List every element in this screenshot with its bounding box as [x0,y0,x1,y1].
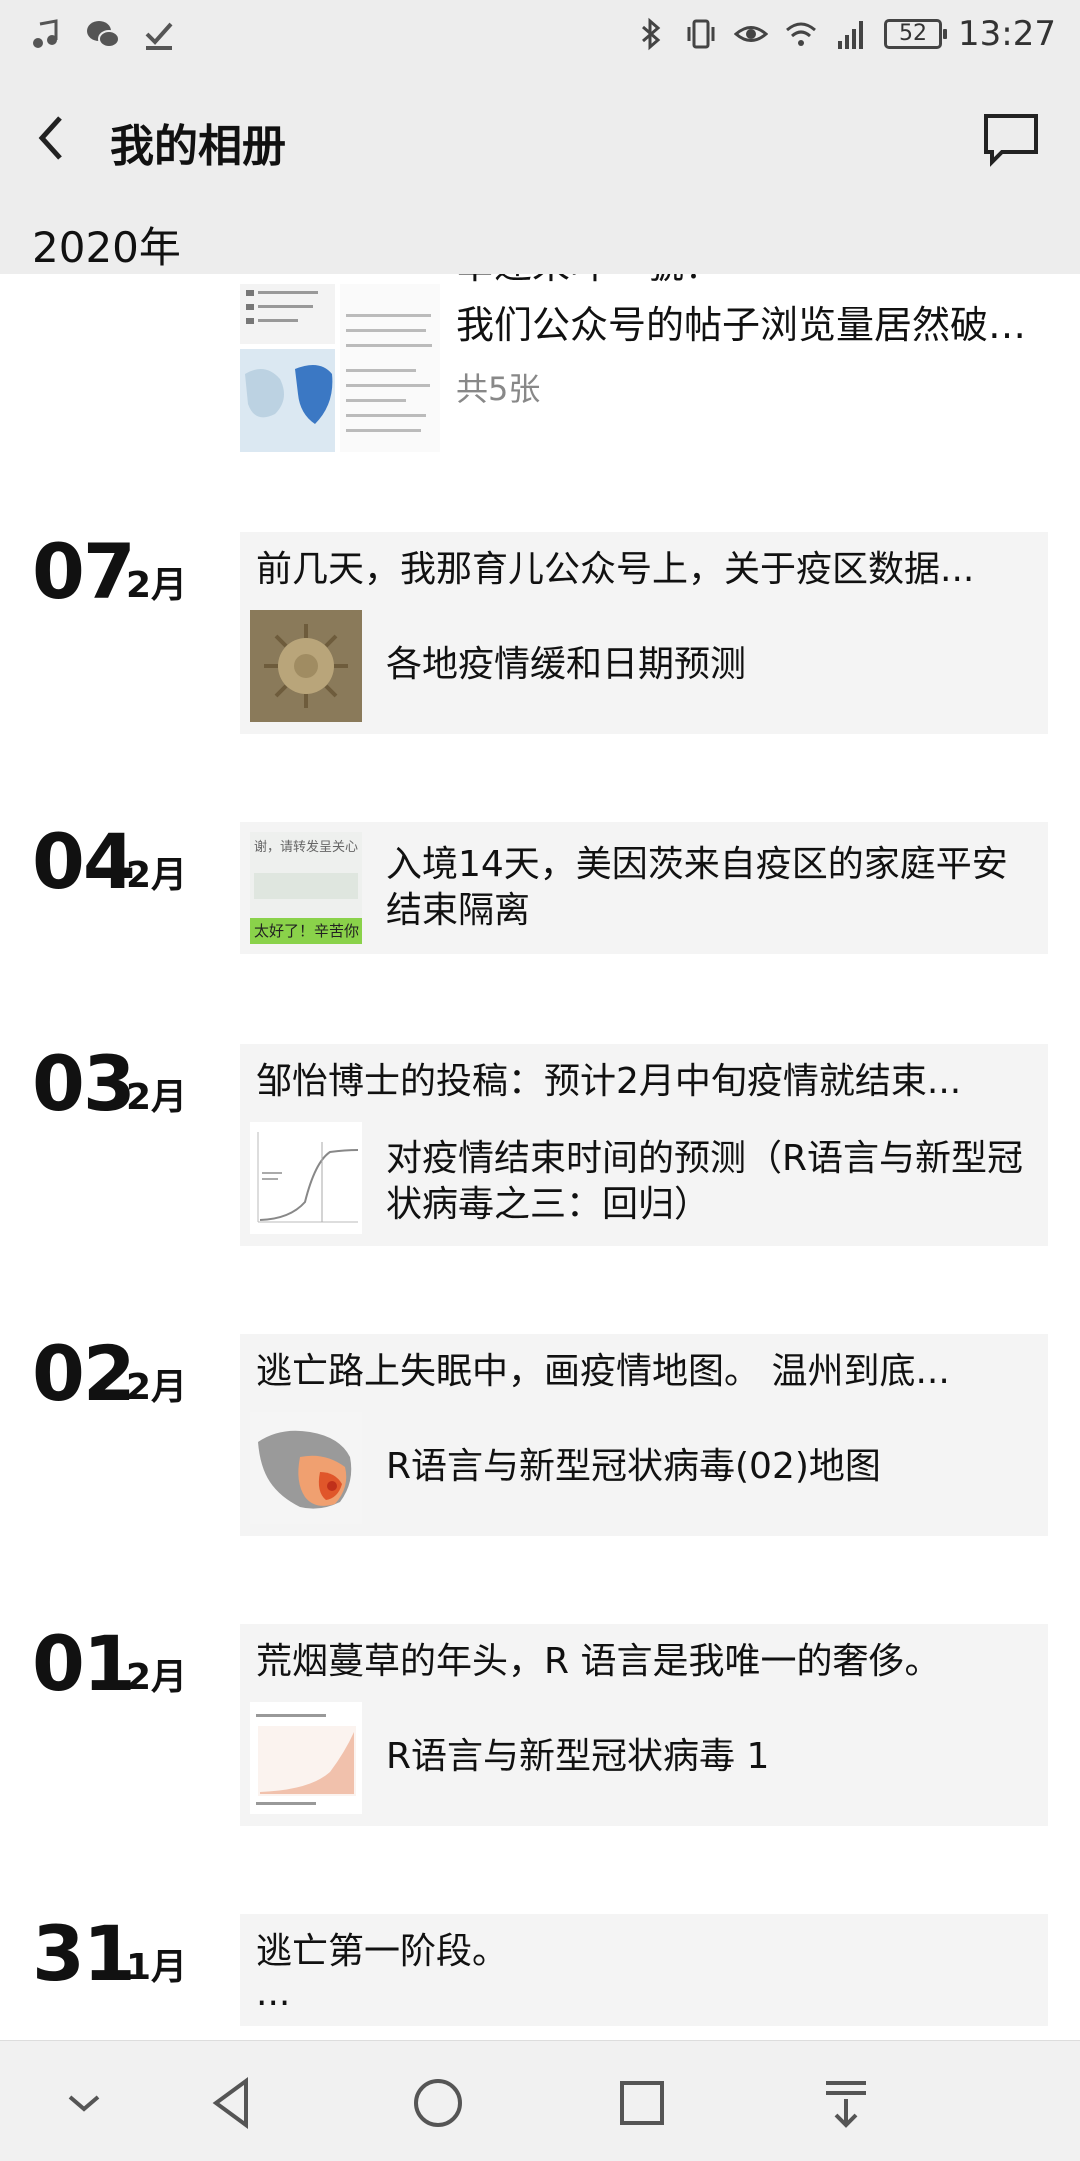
day-number: 03 [32,1039,136,1128]
chat-thumbnail: 谢，请转发呈关心 太好了！辛苦你 [250,832,362,944]
post-card[interactable]: 荒烟蔓草的年头，R 语言是我唯一的奢侈。 R语言与新型冠状病毒 1 [240,1624,1048,1826]
eye-icon [734,26,769,42]
page-title: 我的相册 [110,121,286,172]
post-card[interactable]: 谢，请转发呈关心 太好了！辛苦你 入境14天，美因茨来自疫区的家庭平安结束隔离 [240,822,1048,954]
status-bar: 52 13:27 [0,0,1080,72]
year-label: 2020年 [32,223,181,272]
post-caption-more: ... [256,1973,291,2014]
vibrate-icon [687,19,715,49]
day-number: 02 [32,1329,136,1418]
thumb-text: 太好了！辛苦你 [250,918,362,944]
message-icon[interactable] [982,112,1040,168]
day-number: 04 [32,817,136,906]
month-label: 2月 [126,855,188,896]
curve-chart-thumbnail [250,1122,362,1234]
list-item[interactable]: 幸運来叶一號！ 我们公众号的帖子浏览量居然破2... 共5张 [0,274,1080,464]
home-circle-icon[interactable] [410,2075,466,2131]
post-card[interactable]: 前几天，我那育儿公众号上，关于疫区数据... 各地疫情缓和日期预测 [240,532,1048,734]
collapse-icon[interactable] [56,2075,112,2131]
check-download-icon [145,22,173,50]
clock: 13:27 [958,14,1056,54]
title-bar: 我的相册 [0,72,1080,203]
post-caption: 逃亡第一阶段。 [256,1931,509,1972]
wechat-icon [87,21,120,48]
month-label: 2月 [126,1077,188,1118]
thumb-text: 谢，请转发呈关心 [254,840,359,855]
month-label: 2月 [126,1367,188,1408]
article-title: 各地疫情缓和日期预测 [386,644,747,685]
article-title: 入境14天，美因茨来自疫区的家庭平安结束隔离 [386,844,1008,931]
back-arrow-icon[interactable] [30,108,82,168]
day-number: 01 [32,1619,136,1708]
post-caption: 逃亡路上失眠中，画疫情地图。 温州到底... [256,1351,950,1392]
map-thumbnail [250,1412,362,1524]
bluetooth-icon [642,17,661,51]
month-label: 2月 [126,565,188,606]
post-caption: 前几天，我那育儿公众号上，关于疫区数据... [256,549,975,590]
recents-square-icon[interactable] [614,2075,670,2131]
battery-level: 52 [899,21,928,46]
chart-thumbnail [250,1702,362,1814]
post-caption: 荒烟蔓草的年头，R 语言是我唯一的奢侈。 [256,1641,941,1682]
wifi-icon [786,22,816,46]
post-card[interactable]: 逃亡路上失眠中，画疫情地图。 温州到底... R语言与新型冠状病毒(02)地图 [240,1334,1048,1536]
album-feed[interactable]: 幸運来叶一號！ 我们公众号的帖子浏览量居然破2... 共5张 07 2月 前几天… [0,274,1080,2040]
day-number: 07 [32,527,136,616]
back-triangle-icon[interactable] [206,2075,262,2131]
post-caption: 邹怡博士的投稿：预计2月中旬疫情就结束... [256,1061,962,1102]
day-number: 31 [32,1909,136,1998]
virus-thumbnail [250,610,362,722]
year-header: 2020年 [0,202,1080,274]
photo-count: 共5张 [456,370,541,408]
music-note-icon [33,19,58,48]
collage-thumbnail[interactable] [240,274,440,452]
partial-text: 幸運来叶一號！ [456,274,722,289]
battery-indicator: 52 [884,19,948,49]
notification-pull-icon[interactable] [818,2075,874,2131]
month-label: 1月 [126,1947,188,1988]
signal-icon [838,21,864,49]
article-title: R语言与新型冠状病毒(02)地图 [386,1446,881,1487]
post-card[interactable]: 逃亡第一阶段。 ... [240,1914,1048,2026]
post-card[interactable]: 邹怡博士的投稿：预计2月中旬疫情就结束... 对疫情结束时间的预测（R语言与新型… [240,1044,1048,1246]
article-title: 对疫情结束时间的预测（R语言与新型冠状病毒之三：回归） [386,1138,1024,1225]
month-label: 2月 [126,1657,188,1698]
post-title: 我们公众号的帖子浏览量居然破2... [456,303,1036,347]
system-navigation-bar [0,2040,1080,2161]
article-title: R语言与新型冠状病毒 1 [386,1736,770,1777]
